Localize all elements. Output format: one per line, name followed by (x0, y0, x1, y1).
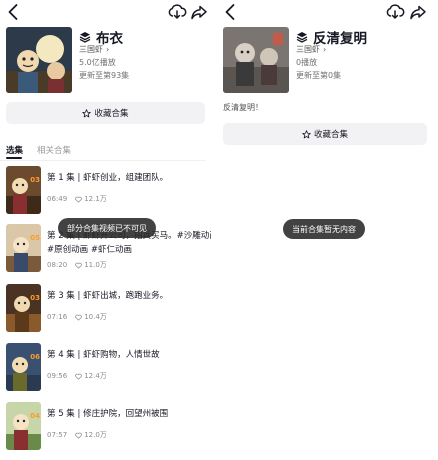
episode-stats: 07:57 12.0万 (47, 430, 107, 440)
heart-icon (75, 432, 82, 439)
back-icon[interactable] (4, 2, 24, 22)
play-count: 0播放 (296, 58, 318, 67)
heart-icon (75, 262, 82, 269)
top-bar (219, 0, 438, 26)
episode-likes: 12.4万 (84, 372, 107, 380)
episode-badge: 03 (30, 176, 40, 184)
chevron-right-icon: › (106, 45, 110, 54)
download-icon[interactable] (167, 2, 187, 22)
episode-duration: 08:20 (47, 261, 68, 269)
episode-thumbnail: 06 (6, 343, 41, 391)
episode-duration: 07:16 (47, 313, 68, 321)
episode-duration: 09:56 (47, 372, 68, 380)
episode-thumbnail: 03 (6, 284, 41, 332)
heart-icon (75, 373, 82, 380)
toast-message: 部分合集视频已不可见 (58, 218, 156, 238)
update-status: 更新至第93集 (79, 71, 130, 80)
episode-title: 第 3 集 | 虾虾出城，跑跑业务。 (47, 291, 169, 301)
episode-badge: 05 (30, 234, 40, 242)
episode-likes: 10.4万 (84, 313, 107, 321)
author-link[interactable]: 三国虾 › (79, 44, 109, 55)
tab-active-indicator (6, 157, 22, 159)
collect-button[interactable]: 收藏合集 (6, 102, 205, 124)
episode-likes: 11.0万 (84, 261, 107, 269)
episode-thumbnail: 03 (6, 166, 41, 214)
episode-likes: 12.1万 (84, 195, 107, 203)
episode-duration: 06:49 (47, 195, 68, 203)
heart-icon (75, 196, 82, 203)
tab-related-collections[interactable]: 相关合集 (37, 144, 71, 156)
collection-cover (6, 27, 72, 93)
toast-message: 当前合集暂无内容 (283, 219, 365, 239)
episode-item[interactable]: 03 第 3 集 | 虾虾出城，跑跑业务。 07:16 10.4万 (6, 284, 211, 332)
episode-stats: 09:56 12.4万 (47, 371, 107, 381)
episode-stats: 06:49 12.1万 (47, 194, 107, 204)
episode-title-line2: #原创动画 #虾仁动画 (47, 245, 132, 255)
author-name: 三国虾 (296, 45, 320, 54)
update-status: 更新至第0集 (296, 71, 342, 80)
episode-thumbnail: 05 (6, 224, 41, 272)
star-icon (302, 129, 311, 138)
collect-button[interactable]: 收藏合集 (223, 123, 427, 145)
episode-thumbnail: 04 (6, 402, 41, 450)
tab-episodes[interactable]: 选集 (6, 144, 23, 156)
play-count: 5.0亿播放 (79, 58, 116, 67)
collect-label: 收藏合集 (313, 130, 348, 140)
author-name: 三国虾 (79, 45, 103, 54)
heart-icon (75, 314, 82, 321)
episode-item[interactable]: 04 第 5 集 | 修庄护院，回望州被围 07:57 12.0万 (6, 402, 211, 450)
back-icon[interactable] (221, 2, 241, 22)
collection-cover (223, 27, 289, 93)
share-icon[interactable] (408, 2, 428, 22)
right-collection-page: 反清复明 三国虾 › 0播放 更新至第0集 反清复明！ 收藏合集 当前合集暂无内… (219, 0, 438, 460)
episode-title: 第 4 集 | 虾虾购物，人情世故 (47, 350, 160, 360)
top-bar (0, 0, 211, 26)
episode-badge: 03 (30, 294, 40, 302)
episode-item[interactable]: 06 第 4 集 | 虾虾购物，人情世故 09:56 12.4万 (6, 343, 211, 391)
collection-stack-icon (79, 32, 91, 43)
download-icon[interactable] (385, 2, 405, 22)
episode-likes: 12.0万 (84, 431, 107, 439)
collection-description: 反清复明！ (223, 103, 263, 112)
episode-title: 第 5 集 | 修庄护院，回望州被围 (47, 409, 169, 419)
episode-badge: 04 (30, 412, 40, 420)
episode-badge: 06 (30, 353, 40, 361)
episode-title: 第 1 集 | 虾虾创业，组建团队。 (47, 173, 169, 183)
episode-stats: 07:16 10.4万 (47, 312, 107, 322)
episode-stats: 08:20 11.0万 (47, 260, 107, 270)
episode-item[interactable]: 03 第 1 集 | 虾虾创业，组建团队。 06:49 12.1万 (6, 166, 211, 214)
collection-stack-icon (296, 32, 308, 43)
left-collection-page: 布衣 三国虾 › 5.0亿播放 更新至第93集 收藏合集 选集 相关合集 03 … (0, 0, 211, 460)
tab-bar: 选集 相关合集 (6, 144, 85, 156)
episode-duration: 07:57 (47, 431, 68, 439)
share-icon[interactable] (189, 2, 209, 22)
star-icon (82, 108, 92, 117)
tabs-divider (0, 160, 206, 161)
author-link[interactable]: 三国虾 › (296, 44, 326, 55)
collect-label: 收藏合集 (94, 109, 129, 119)
chevron-right-icon: › (323, 45, 327, 54)
